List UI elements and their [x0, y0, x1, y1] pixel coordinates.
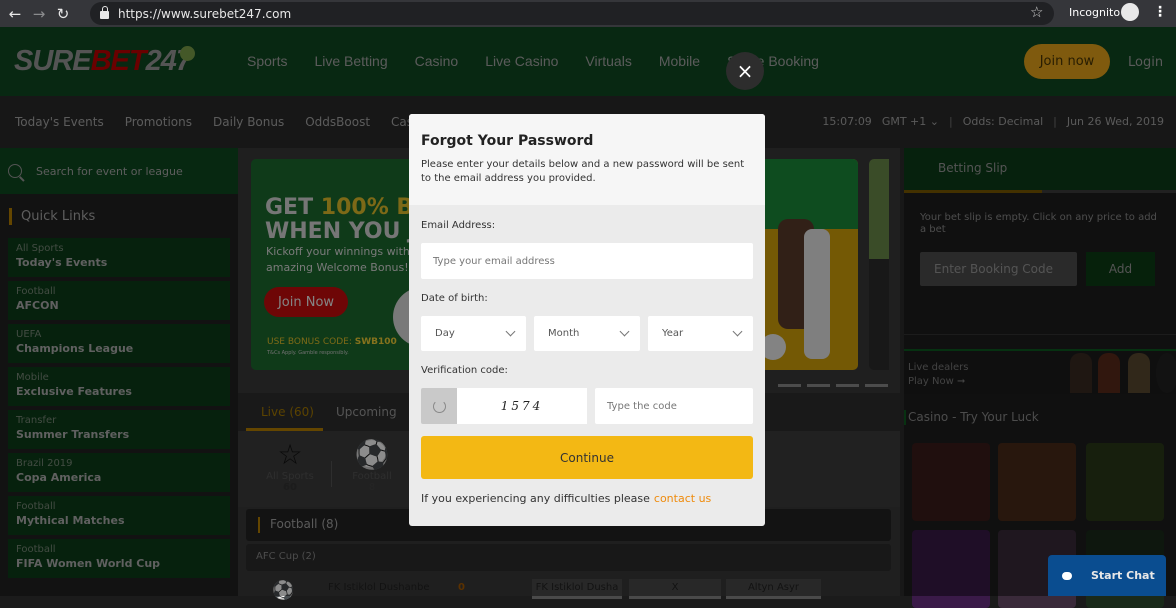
help-message: If you experiencing any difficulties ple…	[421, 492, 650, 505]
year-select[interactable]: Year	[648, 316, 753, 351]
incognito-label: Incognito	[1069, 6, 1121, 19]
year-value: Year	[662, 328, 684, 339]
contact-us-link[interactable]: contact us	[654, 492, 711, 505]
forward-icon[interactable]: →	[30, 5, 48, 23]
start-chat-button[interactable]: Start Chat	[1048, 555, 1166, 596]
month-value: Month	[548, 328, 580, 339]
menu-kebab-icon[interactable]: ⋮	[1153, 4, 1167, 20]
chevron-down-icon	[505, 326, 516, 337]
back-icon[interactable]: ←	[6, 5, 24, 23]
chat-bubble-icon	[1062, 571, 1072, 580]
email-input[interactable]: Type your email address	[421, 243, 753, 279]
refresh-captcha-button[interactable]	[421, 388, 457, 424]
chevron-down-icon	[619, 326, 630, 337]
chat-label: Start Chat	[1091, 569, 1155, 582]
day-select[interactable]: Day	[421, 316, 526, 351]
bookmark-star-icon[interactable]: ☆	[1030, 3, 1043, 21]
browser-toolbar: ← → ↻ https://www.surebet247.com ☆ Incog…	[0, 0, 1176, 27]
captcha-image: 1574	[457, 388, 587, 424]
continue-button[interactable]: Continue	[421, 436, 753, 479]
forgot-password-modal: Forgot Your Password Please enter your d…	[409, 114, 765, 526]
close-modal-button[interactable]: ×	[726, 52, 764, 90]
chevron-down-icon	[732, 326, 743, 337]
verification-label: Verification code:	[421, 365, 508, 376]
month-select[interactable]: Month	[534, 316, 640, 351]
email-label: Email Address:	[421, 220, 496, 231]
dob-label: Date of birth:	[421, 293, 488, 304]
help-text: If you experiencing any difficulties ple…	[421, 492, 711, 505]
address-bar[interactable]: https://www.surebet247.com	[90, 2, 1054, 25]
refresh-icon	[432, 399, 446, 413]
modal-title: Forgot Your Password	[421, 133, 594, 149]
url-text: https://www.surebet247.com	[118, 6, 292, 21]
verification-code-input[interactable]: Type the code	[595, 388, 753, 424]
day-value: Day	[435, 328, 455, 339]
incognito-icon[interactable]	[1121, 3, 1139, 21]
modal-description: Please enter your details below and a ne…	[421, 159, 745, 184]
lock-icon	[100, 6, 109, 19]
reload-icon[interactable]: ↻	[54, 5, 72, 23]
